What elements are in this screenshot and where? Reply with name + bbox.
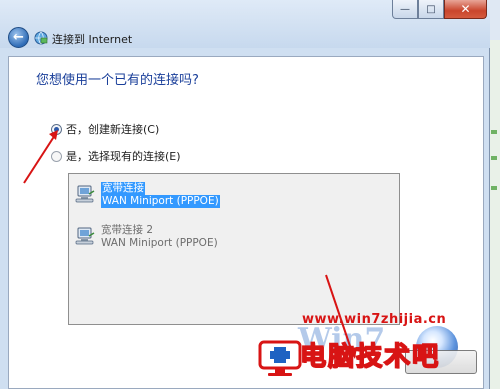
monitor-logo-icon (258, 340, 302, 376)
watermark-url: www.win7zhijia.cn (302, 312, 447, 327)
option-create-new[interactable]: 否，创建新连接(C) (51, 121, 159, 137)
option-use-existing[interactable]: 是，选择现有的连接(E) (51, 148, 181, 164)
minimize-button[interactable]: — (392, 0, 418, 19)
back-button[interactable]: ← (8, 27, 29, 48)
connection-device: WAN Miniport (PPPOE) (101, 195, 220, 208)
connection-name: 宽带连接 2 (101, 224, 154, 236)
network-globe-icon (34, 31, 48, 45)
radio-selected-icon[interactable] (51, 123, 62, 135)
connect-to-internet-window: — □ ✕ ← 连接到 Internet 您想使用一个已有的连接吗? 否，创建新… (0, 0, 490, 389)
broadband-connection-icon (75, 185, 95, 203)
list-item-connection[interactable]: 宽带连接 WAN Miniport (PPPOE) (75, 182, 220, 208)
wizard-title: 连接到 Internet (52, 33, 133, 46)
list-item-connection[interactable]: 宽带连接 2 WAN Miniport (PPPOE) (75, 224, 218, 250)
background-mark (491, 156, 497, 160)
page-question: 您想使用一个已有的连接吗? (36, 73, 199, 88)
caption-buttons: — □ ✕ (392, 0, 487, 20)
watermark-title: 电脑技术吧 (299, 341, 441, 373)
connection-name: 宽带连接 (101, 182, 145, 195)
broadband-connection-icon (75, 227, 95, 245)
connection-text: 宽带连接 WAN Miniport (PPPOE) (101, 182, 220, 208)
close-button[interactable]: ✕ (444, 0, 487, 19)
background-mark (491, 186, 497, 190)
connection-list[interactable]: 宽带连接 WAN Miniport (PPPOE) 宽带连接 2 WAN Min… (68, 173, 400, 325)
connection-text: 宽带连接 2 WAN Miniport (PPPOE) (101, 224, 218, 250)
option-label: 是，选择现有的连接(E) (66, 150, 181, 163)
radio-empty-icon[interactable] (51, 150, 62, 162)
maximize-button[interactable]: □ (418, 0, 444, 19)
option-label: 否，创建新连接(C) (66, 123, 160, 136)
connection-device: WAN Miniport (PPPOE) (101, 237, 218, 249)
back-arrow-icon: ← (13, 30, 24, 45)
background-mark (491, 130, 497, 134)
